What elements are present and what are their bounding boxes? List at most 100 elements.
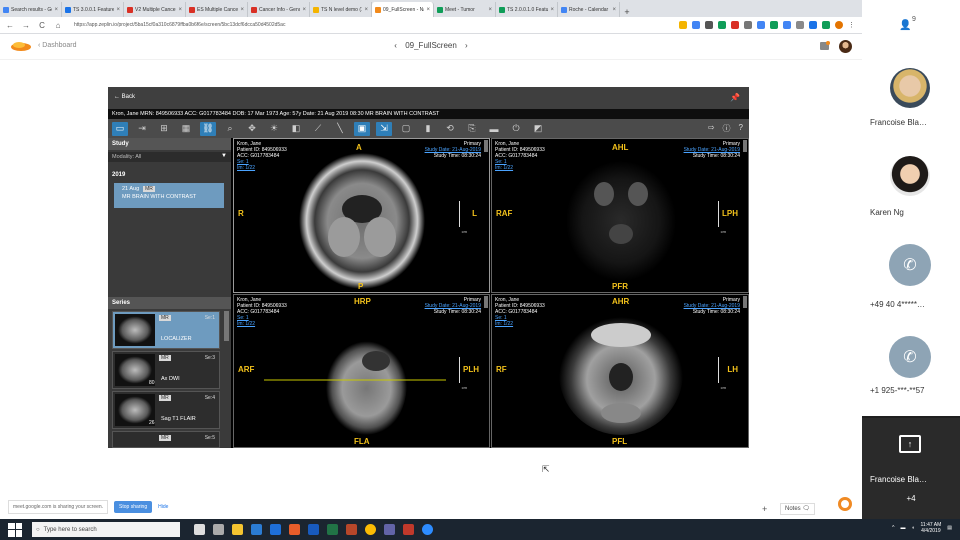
participant-tile[interactable]: ✆ +49 40 4*****… xyxy=(862,232,960,324)
help-ring-icon[interactable] xyxy=(838,497,852,511)
stop-sharing-button[interactable]: Stop sharing xyxy=(114,500,153,513)
browser-tab[interactable]: 09_FullScreen - Na × xyxy=(372,2,434,17)
close-tab-icon[interactable]: × xyxy=(426,7,430,13)
window-level-icon[interactable]: ☀ xyxy=(266,122,282,136)
close-tab-icon[interactable]: × xyxy=(612,7,616,13)
new-tab-button[interactable]: + xyxy=(620,7,634,17)
url-field[interactable]: https://app.zeplin.io/project/5ba15cf0a3… xyxy=(70,19,530,31)
viewport-scrollbar[interactable] xyxy=(743,296,747,308)
extension-icon[interactable] xyxy=(718,21,726,29)
viewer-back-button[interactable]: ← Back xyxy=(114,94,135,100)
mail-icon[interactable] xyxy=(251,524,262,535)
viewport-scrollbar[interactable] xyxy=(743,140,747,152)
modality-filter[interactable]: Modality: All ▼ xyxy=(108,152,231,162)
reload-icon[interactable]: C xyxy=(38,21,46,30)
browser-tab[interactable]: V2 Multiple Cancer × xyxy=(124,2,186,17)
outlook-icon[interactable] xyxy=(308,524,319,535)
series-scrollbar[interactable] xyxy=(224,311,229,341)
export-icon[interactable]: ⎘ xyxy=(464,122,480,136)
presenter-tile[interactable]: ↑ Francoise Bla… +4 xyxy=(862,418,960,519)
full-layout-icon[interactable]: ▢ xyxy=(398,122,414,136)
grid-layout-alt-icon[interactable]: ▦ xyxy=(178,122,194,136)
participant-tile[interactable]: Karen Ng xyxy=(862,140,960,232)
exit-icon[interactable]: ⇨ xyxy=(708,123,715,134)
hide-button[interactable]: Hide xyxy=(158,504,168,510)
grid-layout-icon[interactable]: ⊞ xyxy=(156,122,172,136)
close-tab-icon[interactable]: × xyxy=(116,7,120,13)
line-tool-icon[interactable]: ╲ xyxy=(332,122,348,136)
browser-tab[interactable]: TS N level demo (1 × xyxy=(310,2,372,17)
image-link[interactable]: Im: 1/22 xyxy=(237,321,255,327)
link-icon[interactable]: ⛓ xyxy=(200,121,216,136)
excel-icon[interactable] xyxy=(327,524,338,535)
bookmark-icon[interactable]: ▮ xyxy=(420,122,436,136)
study-list-item[interactable]: 21 Aug MR MR BRAIN WITH CONTRAST xyxy=(114,183,224,208)
viewport-scrollbar[interactable] xyxy=(484,296,488,308)
notifications-icon[interactable]: ▤ xyxy=(947,525,952,531)
extension-icon[interactable] xyxy=(744,21,752,29)
help-icon[interactable]: ? xyxy=(739,123,743,134)
viewport-dwi[interactable]: Kron, Jane Patient ID: 849506933 ACC: G0… xyxy=(491,138,749,293)
browser-tab[interactable]: ES Multiple Cancer × xyxy=(186,2,248,17)
close-tab-icon[interactable]: × xyxy=(54,7,58,13)
browser-tab[interactable]: Meet - Tumor × xyxy=(434,2,496,17)
extension-icon[interactable] xyxy=(731,21,739,29)
extension-icon[interactable] xyxy=(757,21,765,29)
reset-icon[interactable]: ⏻ xyxy=(508,122,524,136)
info-icon[interactable]: ⓘ xyxy=(723,123,731,134)
network-icon[interactable]: ▬ xyxy=(900,525,905,531)
close-tab-icon[interactable]: × xyxy=(550,7,554,13)
home-icon[interactable]: ⌂ xyxy=(54,21,62,30)
series-thumbnail[interactable]: MR Se:5 xyxy=(112,431,220,448)
browser-tab[interactable]: Roche - Calendar × xyxy=(558,2,620,17)
image-link[interactable]: Im: 1/22 xyxy=(237,165,255,171)
pan-icon[interactable]: ✥ xyxy=(244,122,260,136)
viewport-axial[interactable]: Kron, Jane Patient ID: 849506933 ACC: G0… xyxy=(233,138,490,293)
extension-icon[interactable] xyxy=(796,21,804,29)
series-thumbnail[interactable]: MR Se:1 LOCALIZER xyxy=(112,311,220,349)
chrome-icon[interactable] xyxy=(365,524,376,535)
back-arrow-icon[interactable]: ← xyxy=(6,21,14,30)
mpr-icon[interactable]: ◩ xyxy=(530,122,546,136)
clock[interactable]: 11:47 AM 4/4/2019 xyxy=(921,522,942,534)
extension-icon[interactable] xyxy=(770,21,778,29)
participant-tile[interactable]: Francoise Bla… xyxy=(862,48,960,140)
task-view-icon[interactable] xyxy=(213,524,224,535)
viewport-sagittal[interactable]: Kron, Jane Patient ID: 849506933 ACC: G0… xyxy=(233,294,490,448)
pin-icon[interactable]: 📌 xyxy=(730,93,740,102)
extension-icon[interactable] xyxy=(783,21,791,29)
meet-participants-header[interactable]: 👤 9 xyxy=(862,0,960,48)
prev-screen-button[interactable]: ‹ xyxy=(394,41,397,50)
microphone-icon[interactable] xyxy=(194,524,205,535)
powerpoint-icon[interactable] xyxy=(289,524,300,535)
kebab-menu-icon[interactable]: ⋮ xyxy=(848,21,856,29)
browser-tab[interactable]: TS 3.0.0.1 Feature × xyxy=(62,2,124,17)
sync-icon[interactable]: ⟲ xyxy=(442,122,458,136)
extension-icon[interactable] xyxy=(692,21,700,29)
extension-icon[interactable] xyxy=(809,21,817,29)
measure-icon[interactable]: ⟋ xyxy=(310,122,326,136)
windows-start-icon[interactable] xyxy=(8,522,22,537)
close-tab-icon[interactable]: × xyxy=(240,7,244,13)
app-icon[interactable] xyxy=(403,524,414,535)
filter-icon[interactable]: ▼ xyxy=(221,153,227,159)
volume-icon[interactable]: ◖ xyxy=(911,525,914,531)
series-thumbnail[interactable]: MR Se:4 26 Sag T1 FLAIR xyxy=(112,391,220,429)
onenote-icon[interactable] xyxy=(346,524,357,535)
close-tab-icon[interactable]: × xyxy=(488,7,492,13)
next-screen-button[interactable]: › xyxy=(465,41,468,50)
viewport-scrollbar[interactable] xyxy=(484,140,488,152)
participant-tile[interactable]: ✆ +1 925-***-**57 xyxy=(862,324,960,416)
series-thumbnail[interactable]: MR Se:3 80 Ax DWI xyxy=(112,351,220,389)
profile-avatar[interactable] xyxy=(835,21,843,29)
close-tab-icon[interactable]: × xyxy=(302,7,306,13)
image-link[interactable]: Im: 1/22 xyxy=(495,165,513,171)
notification-icon[interactable] xyxy=(819,41,830,52)
series-forward-icon[interactable]: ⇥ xyxy=(134,122,150,136)
close-tab-icon[interactable]: × xyxy=(178,7,182,13)
layout-icon[interactable]: ▭ xyxy=(112,121,128,136)
browser-tab[interactable]: TS 2.0.0.1.0 Featur × xyxy=(496,2,558,17)
zoom-icon[interactable]: ⌕ xyxy=(222,122,238,136)
extension-icon[interactable] xyxy=(705,21,713,29)
taskbar-search-field[interactable]: ○ Type here to search xyxy=(32,522,180,537)
